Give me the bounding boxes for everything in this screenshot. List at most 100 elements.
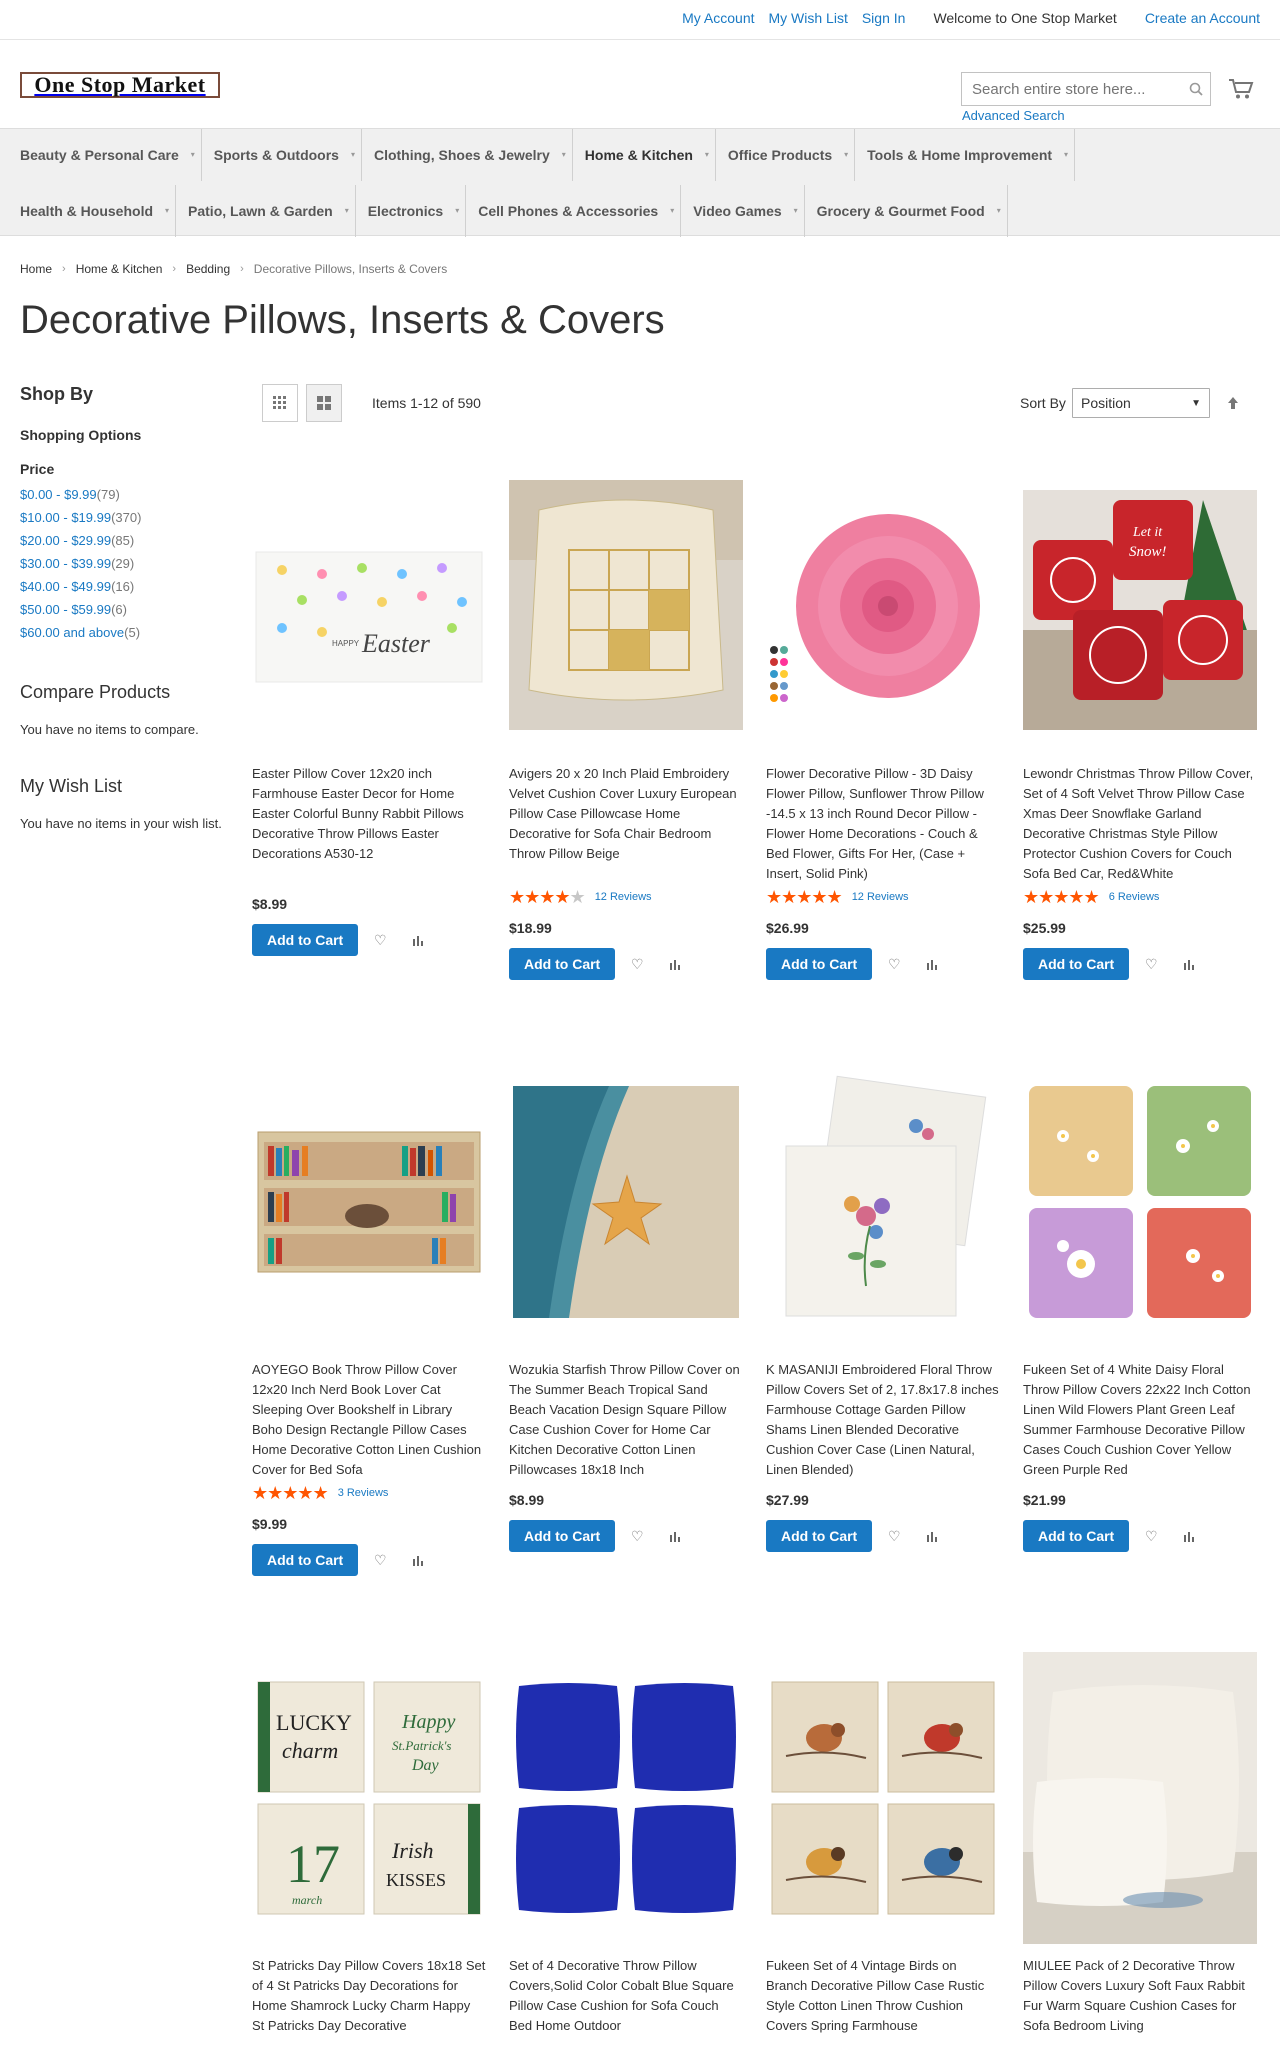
product-rating: ★★★★★ 3 Reviews	[252, 1482, 494, 1504]
create-account-link[interactable]: Create an Account	[1145, 10, 1260, 26]
product-image[interactable]	[766, 1056, 1000, 1348]
compare-icon[interactable]	[402, 924, 434, 956]
faux-fur-pillows-image	[1023, 1652, 1257, 1944]
add-to-cart-button[interactable]: Add to Cart	[766, 948, 873, 980]
product-image[interactable]: Let it Snow!	[1023, 460, 1257, 752]
nav-item-clothing[interactable]: Clothing, Shoes & Jewelry ▾	[362, 129, 573, 181]
reviews-link[interactable]: 12 Reviews	[595, 891, 652, 903]
product-name-link[interactable]: Easter Pillow Cover 12x20 inch Farmhouse…	[252, 764, 486, 884]
product-image[interactable]: LUCKY charm Happy St.Patrick's Day 17 ma…	[252, 1652, 486, 1944]
add-to-cart-button[interactable]: Add to Cart	[509, 1520, 616, 1552]
price-filter-link[interactable]: $60.00 and above(5)	[20, 625, 140, 640]
compare-icon[interactable]	[1173, 1520, 1205, 1552]
product-image[interactable]: HAPPY Easter	[252, 460, 486, 752]
nav-item-patio[interactable]: Patio, Lawn & Garden ▾	[176, 185, 356, 237]
minicart-button[interactable]	[1224, 72, 1258, 106]
add-to-cart-button[interactable]: Add to Cart	[252, 1544, 359, 1576]
product-image[interactable]	[1023, 1652, 1257, 1944]
wishlist-icon[interactable]: ♡	[878, 948, 910, 980]
price-filter-link[interactable]: $50.00 - $59.99(6)	[20, 602, 127, 617]
price-filter-item: $30.00 - $39.99(29)	[20, 552, 240, 575]
reviews-link[interactable]: 12 Reviews	[852, 891, 909, 903]
welcome-message: Welcome to One Stop Market	[933, 10, 1117, 26]
product-price: $8.99	[252, 896, 288, 912]
wishlist-icon[interactable]: ♡	[364, 1544, 396, 1576]
product-name-link[interactable]: K MASANIJI Embroidered Floral Throw Pill…	[766, 1360, 1000, 1480]
compare-icon[interactable]	[916, 948, 948, 980]
my-account-link[interactable]: My Account	[682, 10, 754, 26]
product-name-link[interactable]: Fukeen Set of 4 Vintage Birds on Branch …	[766, 1956, 1000, 2048]
list-mode-button[interactable]	[306, 384, 342, 422]
lucky-text: LUCKY	[276, 1710, 352, 1735]
product-image[interactable]	[509, 1652, 743, 1944]
product-name-link[interactable]: Wozukia Starfish Throw Pillow Cover on T…	[509, 1360, 743, 1480]
price-filter-link[interactable]: $20.00 - $29.99(85)	[20, 533, 134, 548]
sort-direction-button[interactable]	[1220, 388, 1246, 418]
search-input[interactable]	[962, 73, 1182, 105]
product-image[interactable]	[766, 1652, 1000, 1944]
wishlist-icon[interactable]: ♡	[1135, 1520, 1167, 1552]
compare-icon[interactable]	[402, 1544, 434, 1576]
search-button[interactable]	[1182, 73, 1210, 105]
product-name-link[interactable]: Fukeen Set of 4 White Daisy Floral Throw…	[1023, 1360, 1257, 1480]
grid-mode-button[interactable]	[262, 384, 298, 422]
product-toolbar: Items 1-12 of 590 Sort By Position ▼	[262, 384, 1252, 424]
vintage-birds-pillows-image	[766, 1652, 1000, 1944]
nav-item-home-kitchen[interactable]: Home & Kitchen ▾	[573, 129, 716, 181]
wishlist-icon[interactable]: ♡	[621, 1520, 653, 1552]
wishlist-icon[interactable]: ♡	[1135, 948, 1167, 980]
product-name-link[interactable]: Avigers 20 x 20 Inch Plaid Embroidery Ve…	[509, 764, 743, 884]
product-actions: Add to Cart ♡	[509, 1520, 751, 1552]
product-image[interactable]	[1023, 1056, 1257, 1348]
compare-icon[interactable]	[916, 1520, 948, 1552]
product-name-link[interactable]: Lewondr Christmas Throw Pillow Cover, Se…	[1023, 764, 1257, 884]
breadcrumb-home[interactable]: Home	[20, 262, 52, 276]
reviews-link[interactable]: 3 Reviews	[338, 1487, 389, 1499]
nav-item-tools[interactable]: Tools & Home Improvement ▾	[855, 129, 1076, 181]
wishlist-icon[interactable]: ♡	[621, 948, 653, 980]
my-wish-list-link[interactable]: My Wish List	[769, 10, 848, 26]
add-to-cart-button[interactable]: Add to Cart	[1023, 1520, 1130, 1552]
price-filter-link[interactable]: $30.00 - $39.99(29)	[20, 556, 134, 571]
product-name-link[interactable]: Set of 4 Decorative Throw Pillow Covers,…	[509, 1956, 743, 2048]
nav-item-beauty[interactable]: Beauty & Personal Care ▾	[8, 129, 202, 181]
price-filter-link[interactable]: $40.00 - $49.99(16)	[20, 579, 134, 594]
wishlist-icon[interactable]: ♡	[364, 924, 396, 956]
compare-icon[interactable]	[659, 1520, 691, 1552]
reviews-link[interactable]: 6 Reviews	[1109, 891, 1160, 903]
product-name-link[interactable]: St Patricks Day Pillow Covers 18x18 Set …	[252, 1956, 486, 2048]
add-to-cart-button[interactable]: Add to Cart	[1023, 948, 1130, 980]
advanced-search-link[interactable]: Advanced Search	[962, 108, 1065, 123]
add-to-cart-button[interactable]: Add to Cart	[766, 1520, 873, 1552]
sort-by-select[interactable]: Position ▼	[1072, 388, 1210, 418]
price-filter-item: $20.00 - $29.99(85)	[20, 529, 240, 552]
chevron-down-icon: ▾	[793, 206, 798, 215]
breadcrumb-home-kitchen[interactable]: Home & Kitchen	[76, 262, 163, 276]
price-filter-link[interactable]: $0.00 - $9.99(79)	[20, 487, 120, 502]
product-name-link[interactable]: MIULEE Pack of 2 Decorative Throw Pillow…	[1023, 1956, 1257, 2048]
price-filter-link[interactable]: $10.00 - $19.99(370)	[20, 510, 141, 525]
product-name-link[interactable]: AOYEGO Book Throw Pillow Cover 12x20 Inc…	[252, 1360, 486, 1480]
product-actions: Add to Cart ♡	[766, 948, 1008, 980]
sign-in-link[interactable]: Sign In	[862, 10, 906, 26]
nav-item-cell-phones[interactable]: Cell Phones & Accessories ▾	[466, 185, 682, 237]
compare-icon[interactable]	[659, 948, 691, 980]
nav-item-electronics[interactable]: Electronics ▾	[356, 185, 467, 237]
add-to-cart-button[interactable]: Add to Cart	[509, 948, 616, 980]
nav-item-health[interactable]: Health & Household ▾	[8, 185, 177, 237]
product-name-link[interactable]: Flower Decorative Pillow - 3D Daisy Flow…	[766, 764, 1000, 884]
product-image[interactable]	[766, 460, 1000, 752]
store-logo[interactable]: One Stop Market	[20, 72, 220, 98]
nav-item-video-games[interactable]: Video Games ▾	[681, 185, 805, 237]
nav-item-office[interactable]: Office Products ▾	[716, 129, 856, 181]
breadcrumb-bedding[interactable]: Bedding	[186, 262, 230, 276]
add-to-cart-button[interactable]: Add to Cart	[252, 924, 359, 956]
compare-icon[interactable]	[1173, 948, 1205, 980]
breadcrumb-current: Decorative Pillows, Inserts & Covers	[253, 262, 448, 276]
wishlist-icon[interactable]: ♡	[878, 1520, 910, 1552]
nav-item-sports[interactable]: Sports & Outdoors ▾	[202, 129, 362, 181]
product-image[interactable]	[252, 1056, 486, 1348]
nav-item-grocery[interactable]: Grocery & Gourmet Food ▾	[805, 185, 1008, 237]
product-image[interactable]	[509, 1056, 743, 1348]
product-image[interactable]	[509, 460, 743, 752]
